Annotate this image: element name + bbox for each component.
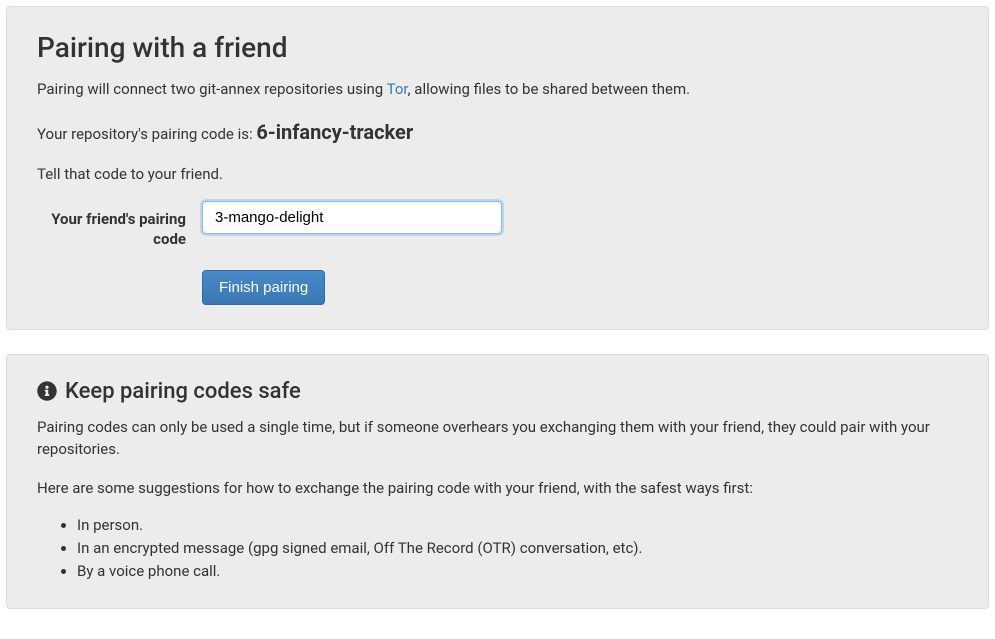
list-item: In person. [77, 515, 958, 536]
pairing-code-prefix: Your repository's pairing code is: [37, 125, 256, 143]
safety-heading-text: Keep pairing codes safe [65, 379, 301, 404]
intro-suffix: , allowing files to be shared between th… [408, 80, 690, 98]
submit-row: Finish pairing [202, 270, 958, 305]
pairing-panel: Pairing with a friend Pairing will conne… [6, 6, 989, 330]
intro-paragraph: Pairing will connect two git-annex repos… [37, 78, 958, 101]
pairing-code-value: 6-infancy-tracker [256, 120, 413, 144]
page-title: Pairing with a friend [37, 31, 958, 64]
friend-code-row: Your friend's pairing code [37, 201, 958, 250]
finish-pairing-button[interactable]: Finish pairing [202, 270, 325, 305]
safety-p1: Pairing codes can only be used a single … [37, 416, 958, 461]
pairing-code-line: Your repository's pairing code is: 6-inf… [37, 117, 958, 147]
list-item: In an encrypted message (gpg signed emai… [77, 538, 958, 559]
list-item: By a voice phone call. [77, 561, 958, 582]
info-icon [37, 381, 57, 401]
safety-p2: Here are some suggestions for how to exc… [37, 477, 958, 500]
friend-code-input-wrap [202, 201, 502, 234]
intro-prefix: Pairing will connect two git-annex repos… [37, 80, 387, 98]
tell-friend-text: Tell that code to your friend. [37, 163, 958, 186]
friend-code-input[interactable] [202, 201, 502, 234]
safety-suggestions: In person. In an encrypted message (gpg … [37, 515, 958, 582]
safety-heading: Keep pairing codes safe [37, 379, 958, 404]
safety-panel: Keep pairing codes safe Pairing codes ca… [6, 354, 989, 610]
friend-code-label: Your friend's pairing code [37, 201, 202, 250]
tor-link[interactable]: Tor [387, 80, 408, 98]
